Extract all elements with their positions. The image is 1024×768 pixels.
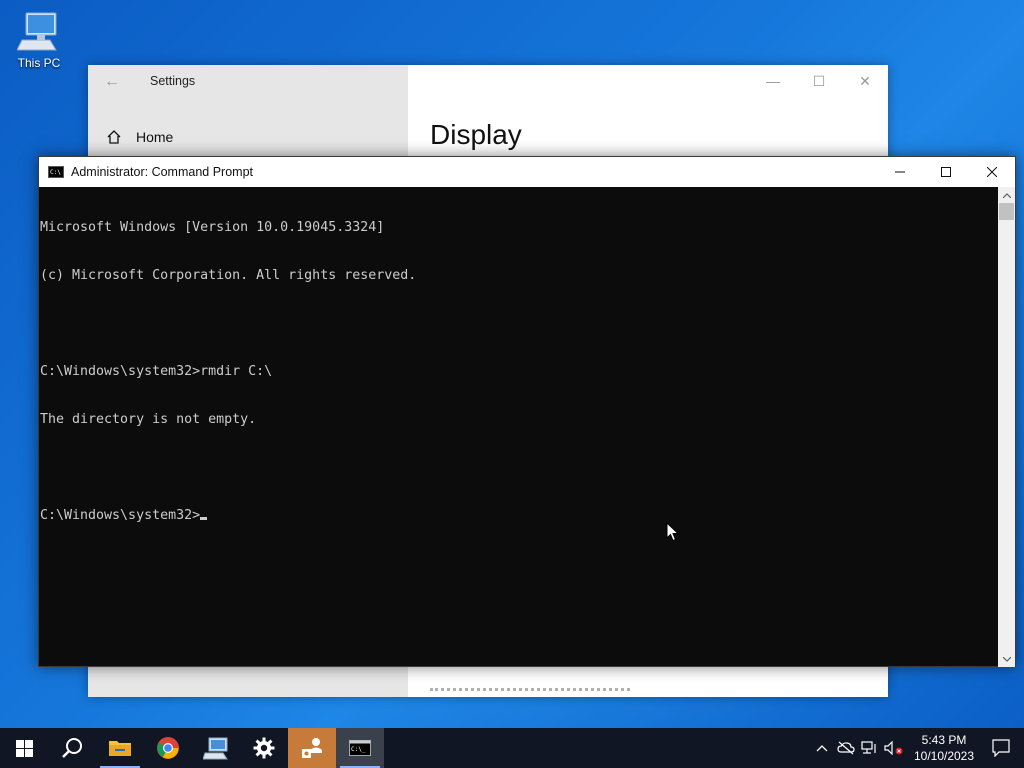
chevron-up-icon xyxy=(816,745,828,752)
maximize-icon[interactable] xyxy=(923,157,969,187)
chrome-icon xyxy=(157,737,179,759)
taskbar-user-app[interactable] xyxy=(288,728,336,768)
clock-date: 10/10/2023 xyxy=(913,749,975,763)
command-prompt-window[interactable]: C:\ Administrator: Command Prompt Micros… xyxy=(38,156,1016,667)
console-prompt-line[interactable]: C:\Windows\system32> xyxy=(40,508,1000,524)
svg-text:C:\: C:\ xyxy=(50,169,61,176)
tray-onedrive[interactable] xyxy=(834,728,858,768)
terminal-icon: C:\ xyxy=(48,166,64,178)
network-icon xyxy=(861,741,876,754)
notifications-button[interactable] xyxy=(978,728,1024,768)
volume-muted-icon xyxy=(884,741,903,755)
settings-partial-text xyxy=(430,688,630,694)
search-button[interactable] xyxy=(48,728,96,768)
cmd-title: Administrator: Command Prompt xyxy=(71,165,254,179)
desktop-icon-this-pc[interactable]: This PC xyxy=(10,8,68,76)
settings-page-heading: Display xyxy=(430,119,522,150)
close-icon[interactable] xyxy=(969,157,1015,187)
back-arrow-icon[interactable]: ← xyxy=(104,73,120,91)
console-line: C:\Windows\system32>rmdir C:\ xyxy=(40,364,273,379)
network-computer-icon xyxy=(203,737,228,760)
notification-icon xyxy=(992,739,1010,757)
taskbar: C:\_ 5:43 PM 10/10/2023 xyxy=(0,728,1024,768)
minimize-icon[interactable] xyxy=(877,157,923,187)
settings-window-controls: — ☐ ✕ xyxy=(750,65,888,97)
console-line: (c) Microsoft Corporation. All rights re… xyxy=(40,268,417,283)
settings-title: Settings xyxy=(150,74,196,88)
folder-icon xyxy=(109,741,131,756)
text-cursor xyxy=(200,517,208,520)
cloud-offline-icon xyxy=(837,741,855,755)
tray-network[interactable] xyxy=(858,728,882,768)
taskbar-network-app[interactable] xyxy=(192,728,240,768)
system-tray: 5:43 PM 10/10/2023 xyxy=(810,728,1024,768)
start-button[interactable] xyxy=(0,728,48,768)
windows-logo-icon xyxy=(15,739,33,757)
taskbar-clock[interactable]: 5:43 PM 10/10/2023 xyxy=(910,732,978,764)
taskbar-command-prompt[interactable]: C:\_ xyxy=(336,728,384,768)
terminal-icon: C:\_ xyxy=(349,740,371,756)
mouse-pointer-icon xyxy=(666,522,680,542)
cmd-window-controls xyxy=(877,157,1015,187)
taskbar-chrome[interactable] xyxy=(144,728,192,768)
taskbar-settings[interactable] xyxy=(240,728,288,768)
settings-nav-home[interactable]: Home xyxy=(106,129,173,145)
search-icon xyxy=(62,738,82,758)
desktop: This PC ← Settings Home Display — ☐ ✕ C:… xyxy=(0,0,1024,728)
tray-volume[interactable] xyxy=(882,728,906,768)
console-line: Microsoft Windows [Version 10.0.19045.33… xyxy=(40,220,385,235)
scroll-up-icon[interactable] xyxy=(998,187,1015,203)
console-line: The directory is not empty. xyxy=(40,412,257,427)
settings-nav-home-label: Home xyxy=(136,129,174,145)
clock-time: 5:43 PM xyxy=(921,733,967,747)
people-icon xyxy=(302,738,322,758)
scrollbar-thumb[interactable] xyxy=(999,203,1014,220)
vertical-scrollbar[interactable] xyxy=(998,187,1015,667)
desktop-icon-label: This PC xyxy=(17,56,61,70)
maximize-icon[interactable]: ☐ xyxy=(796,65,842,97)
computer-icon xyxy=(17,12,57,51)
console-prompt: C:\Windows\system32> xyxy=(40,508,201,523)
taskbar-file-explorer[interactable] xyxy=(96,728,144,768)
cmd-titlebar[interactable]: C:\ Administrator: Command Prompt xyxy=(39,157,1015,187)
gear-icon xyxy=(253,737,275,759)
console-output[interactable]: Microsoft Windows [Version 10.0.19045.33… xyxy=(39,187,1000,667)
home-icon xyxy=(107,130,121,144)
scroll-down-icon[interactable] xyxy=(998,651,1015,667)
close-icon[interactable]: ✕ xyxy=(842,65,888,97)
show-hidden-icons-button[interactable] xyxy=(810,728,834,768)
minimize-icon[interactable]: — xyxy=(750,65,796,97)
svg-text:C:\_: C:\_ xyxy=(351,746,366,753)
